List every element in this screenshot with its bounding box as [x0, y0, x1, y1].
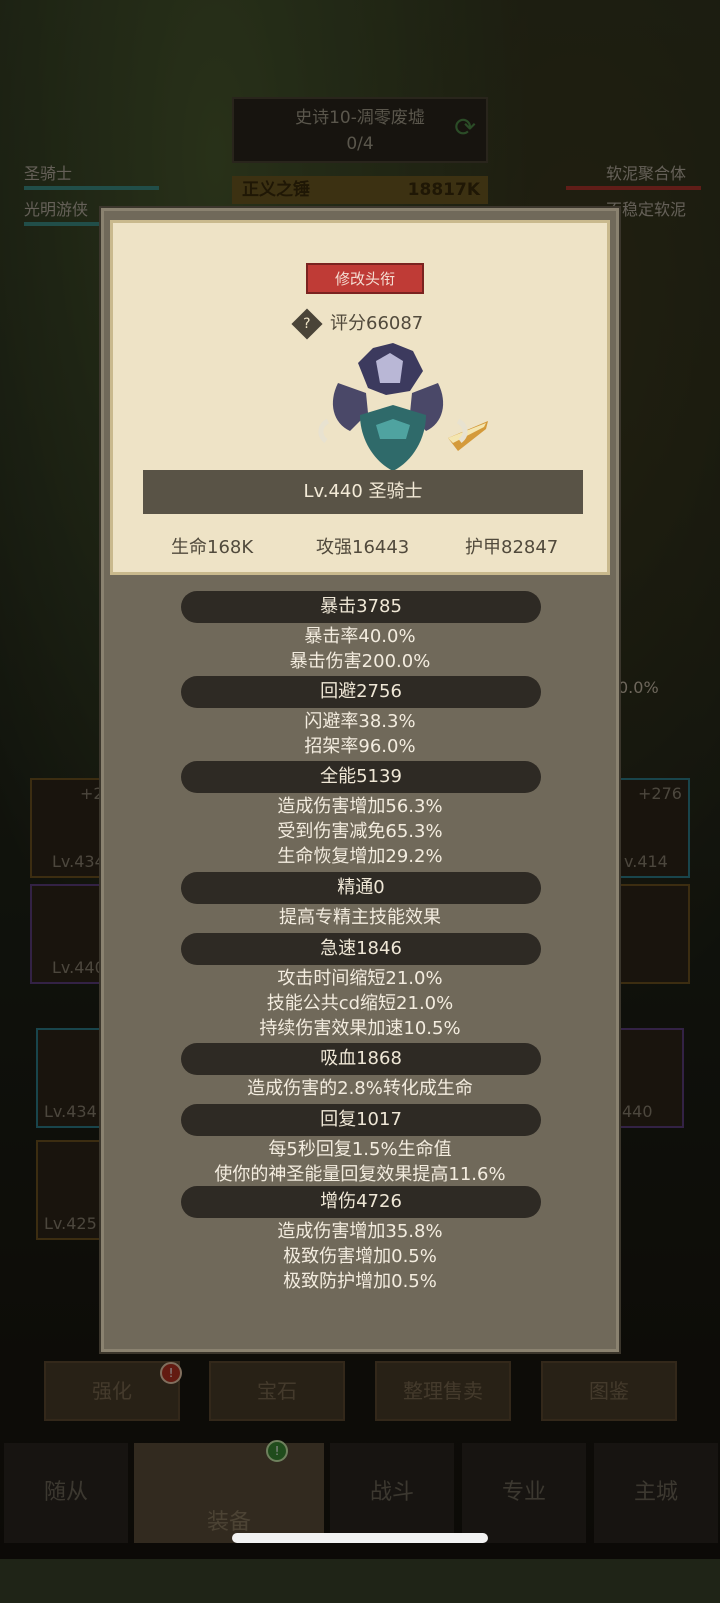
- attribute-header: 全能5139: [181, 761, 541, 793]
- attribute-header: 回复1017: [181, 1104, 541, 1136]
- attribute-detail: 暴击伤害200.0%: [289, 651, 431, 672]
- attribute-detail: 使你的神圣能量回复效果提高11.6%: [214, 1164, 506, 1185]
- hero-card: 修改头衔 ? 评分66087 Lv.440 圣骑士 生命168K 攻强16443 …: [110, 220, 610, 575]
- attribute-detail: 闪避率38.3%: [304, 711, 416, 732]
- attribute-header: 增伤4726: [181, 1186, 541, 1218]
- attribute-detail: 造成伤害增加35.8%: [277, 1221, 443, 1242]
- attribute-detail: 造成伤害的2.8%转化成生命: [247, 1078, 473, 1099]
- attribute-header: 回避2756: [181, 676, 541, 708]
- hero-name-band: Lv.440 圣骑士: [143, 470, 583, 514]
- attribute-detail: 生命恢复增加29.2%: [277, 846, 443, 867]
- attribute-detail: 提高专精主技能效果: [279, 907, 441, 928]
- attribute-detail: 攻击时间缩短21.0%: [277, 968, 443, 989]
- score-value: 评分66087: [330, 313, 424, 334]
- stat-attack: 攻强16443: [316, 537, 410, 558]
- attribute-detail: 极致防护增加0.5%: [283, 1271, 437, 1292]
- character-stats-popup: 修改头衔 ? 评分66087 Lv.440 圣骑士 生命168K 攻强16443 …: [101, 208, 619, 1352]
- attribute-detail: 每5秒回复1.5%生命值: [268, 1139, 452, 1160]
- attribute-header: 急速1846: [181, 933, 541, 965]
- attribute-detail: 暴击率40.0%: [304, 626, 416, 647]
- attribute-detail: 技能公共cd缩短21.0%: [266, 993, 454, 1014]
- attribute-detail: 持续伤害效果加速10.5%: [259, 1018, 461, 1039]
- home-indicator[interactable]: [232, 1533, 488, 1543]
- change-title-button[interactable]: 修改头衔: [306, 263, 424, 294]
- attribute-header: 精通0: [181, 872, 541, 904]
- paladin-avatar-icon: [318, 343, 488, 471]
- attribute-detail: 招架率96.0%: [304, 736, 416, 757]
- stat-armor: 护甲82847: [465, 537, 559, 558]
- attribute-detail: 极致伤害增加0.5%: [283, 1246, 437, 1267]
- attribute-header: 吸血1868: [181, 1043, 541, 1075]
- stat-hp: 生命168K: [171, 537, 254, 558]
- help-icon[interactable]: ?: [291, 308, 323, 340]
- attribute-detail: 造成伤害增加56.3%: [277, 796, 443, 817]
- attribute-header: 暴击3785: [181, 591, 541, 623]
- attribute-detail: 受到伤害减免65.3%: [277, 821, 443, 842]
- score: ? 评分66087: [291, 308, 424, 340]
